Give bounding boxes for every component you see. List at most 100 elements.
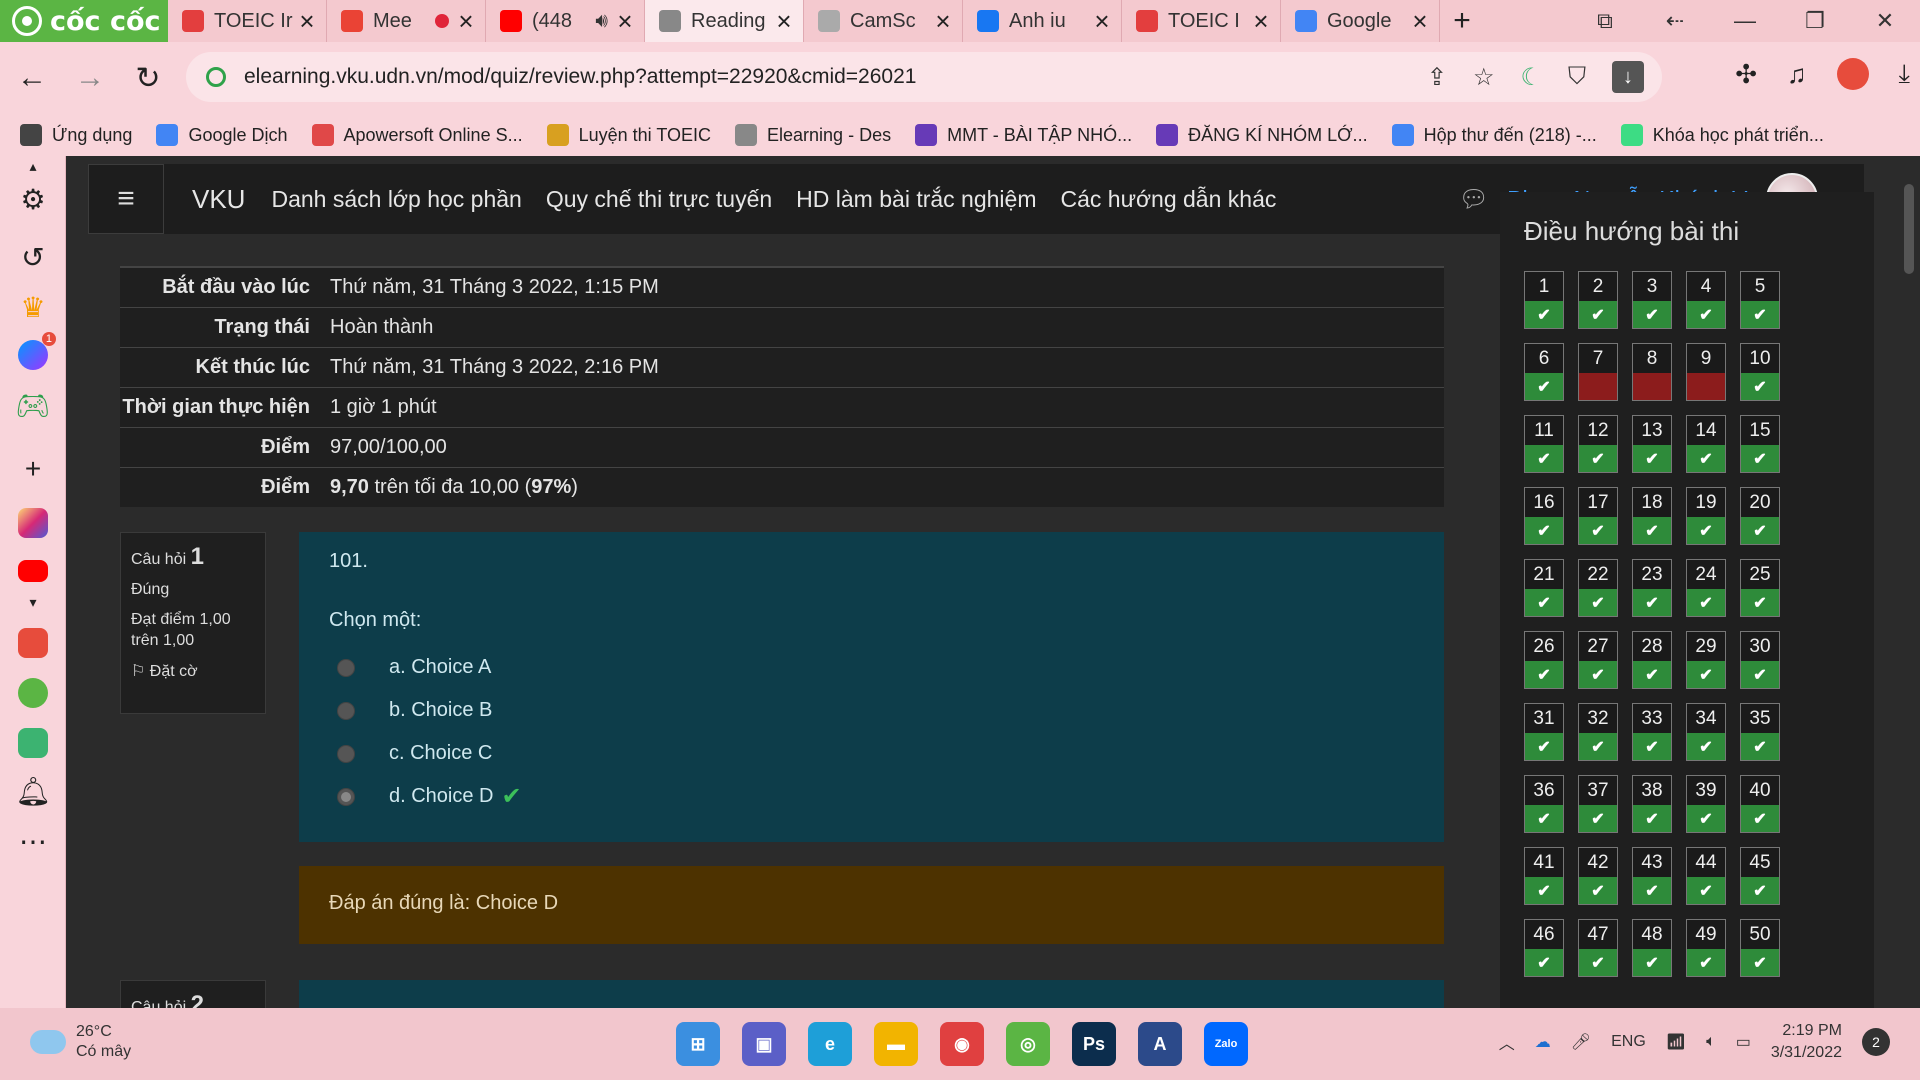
quiz-nav-question-44[interactable]: 44 ✔ — [1686, 847, 1726, 905]
browser-tab[interactable]: Anh iu × — [963, 0, 1122, 42]
quiz-nav-question-29[interactable]: 29 ✔ — [1686, 631, 1726, 689]
quiz-nav-question-32[interactable]: 32 ✔ — [1578, 703, 1618, 761]
tab-search-icon[interactable]: ⧉ — [1570, 0, 1640, 42]
quiz-nav-question-15[interactable]: 15 ✔ — [1740, 415, 1780, 473]
close-window-button[interactable]: ✕ — [1850, 0, 1920, 42]
quiz-nav-question-45[interactable]: 45 ✔ — [1740, 847, 1780, 905]
quiz-nav-question-47[interactable]: 47 ✔ — [1578, 919, 1618, 977]
dark-mode-icon[interactable]: ☾ — [1520, 63, 1542, 92]
browser-tab[interactable]: Google × — [1281, 0, 1440, 42]
quiz-nav-question-38[interactable]: 38 ✔ — [1632, 775, 1672, 833]
restore-button[interactable]: ❐ — [1780, 0, 1850, 42]
taskbar-app-start-icon[interactable]: ⊞ — [676, 1022, 720, 1066]
quiz-nav-question-5[interactable]: 5 ✔ — [1740, 271, 1780, 329]
nav-link-quiz-guide[interactable]: HD làm bài trắc nghiệm — [796, 186, 1036, 213]
quiz-nav-question-9[interactable]: 9 — [1686, 343, 1726, 401]
bookmark-item[interactable]: Elearning - Des — [735, 124, 891, 146]
site-name-link[interactable]: VKU — [192, 184, 245, 215]
quiz-nav-question-20[interactable]: 20 ✔ — [1740, 487, 1780, 545]
show-hidden-icons[interactable]: ︿ — [1499, 1030, 1515, 1054]
answer-option[interactable]: b. Choice B — [329, 689, 1414, 732]
sidebar-more-down-icon[interactable]: ▾ — [16, 592, 50, 612]
quiz-nav-question-18[interactable]: 18 ✔ — [1632, 487, 1672, 545]
taskbar-app-edge-icon[interactable]: e — [808, 1022, 852, 1066]
quiz-nav-question-43[interactable]: 43 ✔ — [1632, 847, 1672, 905]
reload-button[interactable]: ↻ — [122, 52, 174, 104]
game-icon[interactable]: 🎮︎ — [15, 388, 51, 422]
back-to-tab-icon[interactable]: ⇠ — [1640, 0, 1710, 42]
bookmark-item[interactable]: Apowersoft Online S... — [311, 124, 523, 146]
quiz-nav-question-1[interactable]: 1 ✔ — [1524, 271, 1564, 329]
quiz-nav-question-37[interactable]: 37 ✔ — [1578, 775, 1618, 833]
bookmark-item[interactable]: Google Dịch — [156, 124, 288, 146]
quiz-nav-question-50[interactable]: 50 ✔ — [1740, 919, 1780, 977]
quiz-nav-question-21[interactable]: 21 ✔ — [1524, 559, 1564, 617]
browser-tab[interactable]: Reading × — [645, 0, 804, 42]
volume-icon[interactable]: 🔈︎ — [1706, 1033, 1716, 1051]
browser-tab[interactable]: (448 🔊︎ × — [486, 0, 645, 42]
quiz-nav-question-3[interactable]: 3 ✔ — [1632, 271, 1672, 329]
quiz-nav-question-26[interactable]: 26 ✔ — [1524, 631, 1564, 689]
quiz-nav-question-17[interactable]: 17 ✔ — [1578, 487, 1618, 545]
quiz-nav-question-14[interactable]: 14 ✔ — [1686, 415, 1726, 473]
quiz-nav-question-4[interactable]: 4 ✔ — [1686, 271, 1726, 329]
taskbar-app-explorer-icon[interactable]: ▬ — [874, 1022, 918, 1066]
close-tab-icon[interactable]: × — [932, 8, 954, 34]
quiz-nav-question-33[interactable]: 33 ✔ — [1632, 703, 1672, 761]
quiz-nav-question-2[interactable]: 2 ✔ — [1578, 271, 1618, 329]
browser-tab[interactable]: CamSc × — [804, 0, 963, 42]
address-bar[interactable]: elearning.vku.udn.vn/mod/quiz/review.php… — [186, 52, 1662, 102]
nav-link-exam-rules[interactable]: Quy chế thi trực tuyến — [546, 186, 772, 213]
url-text[interactable]: elearning.vku.udn.vn/mod/quiz/review.php… — [244, 65, 1427, 89]
quiz-nav-question-42[interactable]: 42 ✔ — [1578, 847, 1618, 905]
taskbar-app-app-icon[interactable]: A — [1138, 1022, 1182, 1066]
profile-avatar[interactable] — [1836, 58, 1869, 90]
quiz-nav-question-27[interactable]: 27 ✔ — [1578, 631, 1618, 689]
flag-question-link[interactable]: ⚐ Đặt cờ — [131, 661, 255, 681]
page-scrollbar[interactable] — [1898, 156, 1920, 1008]
answer-option[interactable]: d. Choice D ✔ — [329, 775, 1414, 818]
browser-tab[interactable]: TOEIC Ir × — [168, 0, 327, 42]
crown-icon[interactable]: ♛ — [16, 290, 50, 324]
quiz-nav-question-49[interactable]: 49 ✔ — [1686, 919, 1726, 977]
quiz-nav-question-35[interactable]: 35 ✔ — [1740, 703, 1780, 761]
quiz-nav-question-16[interactable]: 16 ✔ — [1524, 487, 1564, 545]
quiz-nav-question-13[interactable]: 13 ✔ — [1632, 415, 1672, 473]
quiz-nav-question-11[interactable]: 11 ✔ — [1524, 415, 1564, 473]
add-panel-icon[interactable]: + — [16, 452, 50, 486]
answer-option[interactable]: c. Choice C — [329, 732, 1414, 775]
radio-button-selected[interactable] — [337, 787, 355, 806]
shopping-icon[interactable] — [16, 626, 50, 660]
taskbar-app-zalo-icon[interactable]: Zalo — [1204, 1022, 1248, 1066]
close-tab-icon[interactable]: × — [296, 8, 318, 34]
instagram-icon[interactable] — [16, 506, 50, 540]
taskbar-app-coccoc-icon[interactable]: ◎ — [1006, 1022, 1050, 1066]
quiz-nav-question-48[interactable]: 48 ✔ — [1632, 919, 1672, 977]
quiz-nav-question-41[interactable]: 41 ✔ — [1524, 847, 1564, 905]
quiz-nav-question-23[interactable]: 23 ✔ — [1632, 559, 1672, 617]
close-tab-icon[interactable]: × — [614, 8, 636, 34]
pinwheel-icon[interactable] — [16, 676, 50, 710]
youtube-icon[interactable] — [16, 554, 50, 588]
wifi-icon[interactable]: 📶︎ — [1666, 1032, 1686, 1052]
language-indicator[interactable]: ENG — [1611, 1033, 1646, 1051]
answer-option[interactable]: a. Choice A — [329, 646, 1414, 689]
quiz-nav-question-24[interactable]: 24 ✔ — [1686, 559, 1726, 617]
bookmark-item[interactable]: ĐĂNG KÍ NHÓM LỚ... — [1156, 124, 1368, 146]
playlist-icon[interactable]: ♫ — [1787, 59, 1807, 90]
quiz-nav-question-7[interactable]: 7 — [1578, 343, 1618, 401]
nav-link-course-list[interactable]: Danh sách lớp học phần — [271, 186, 521, 213]
quiz-nav-question-46[interactable]: 46 ✔ — [1524, 919, 1564, 977]
taskbar-app-meet-icon[interactable]: ▣ — [742, 1022, 786, 1066]
microphone-icon[interactable]: 🎤︎ — [1571, 1032, 1591, 1052]
quiz-nav-question-10[interactable]: 10 ✔ — [1740, 343, 1780, 401]
new-tab-button[interactable]: + — [1440, 4, 1484, 38]
bookmark-item[interactable]: MMT - BÀI TẬP NHÓ... — [915, 124, 1132, 146]
nav-link-other-guides[interactable]: Các hướng dẫn khác — [1060, 186, 1276, 213]
browser-tab[interactable]: Mee × — [327, 0, 486, 42]
quiz-nav-question-40[interactable]: 40 ✔ — [1740, 775, 1780, 833]
close-tab-icon[interactable]: × — [455, 8, 477, 34]
browser-brand[interactable]: cốc cốc — [0, 0, 168, 42]
quiz-nav-question-6[interactable]: 6 ✔ — [1524, 343, 1564, 401]
scrollbar-thumb[interactable] — [1904, 184, 1914, 274]
